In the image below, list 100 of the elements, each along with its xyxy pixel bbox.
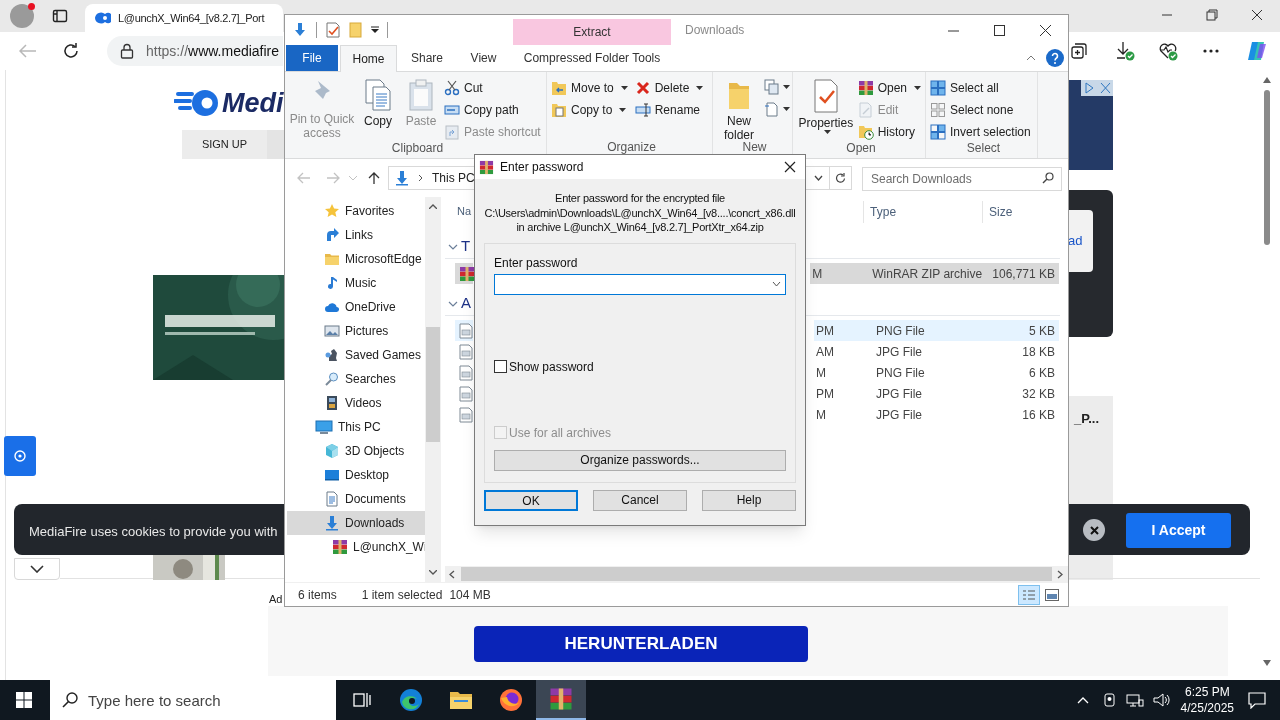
group-label: New <box>741 142 768 156</box>
breadcrumb[interactable]: This PC <box>432 169 475 187</box>
ribbon-button[interactable]: Properties <box>797 75 855 143</box>
context-tab-label: Extract <box>573 24 611 41</box>
ribbon-button[interactable]: Cut <box>444 77 545 99</box>
table-cell-text: JPG File <box>876 343 923 361</box>
ribbon-button[interactable]: Delete <box>634 77 708 99</box>
dialog-button[interactable]: Cancel <box>593 489 687 511</box>
tab-title: L@unchX_Win64_[v8.2.7]_Port <box>118 10 265 26</box>
message-line: Enter password for the encrypted file <box>555 191 725 206</box>
table-cell-text: 6 KB <box>1028 364 1056 382</box>
file-row[interactable]: AM JPG File 18 KB <box>814 341 1059 362</box>
accept-button[interactable]: I Accept <box>1126 513 1231 548</box>
nav-item[interactable]: Desktop <box>287 463 425 487</box>
clock-time: 6:25 PM <box>1184 684 1230 700</box>
status-text: 1 item selected <box>361 586 443 604</box>
table-cell-text: 18 KB <box>1021 343 1056 361</box>
ribbon-button[interactable]: Invert selection <box>930 121 1035 143</box>
table-cell-text: JPG File <box>876 406 923 424</box>
nav-item[interactable]: Links <box>287 223 425 247</box>
browser-tab[interactable]: L@unchX_Win64_[v8.2.7]_Port <box>85 4 283 32</box>
nav-item[interactable]: Documents <box>287 487 425 511</box>
group-label: Open <box>845 143 877 157</box>
table-cell-text: PM <box>816 322 835 340</box>
ribbon-tab[interactable]: Share <box>397 45 457 71</box>
url-text: https://www.mediafire <box>146 41 280 61</box>
download-button[interactable]: HERUNTERLADEN <box>474 626 808 662</box>
ribbon-button[interactable]: Rename <box>634 99 708 121</box>
ribbon-tab[interactable]: View <box>457 45 510 71</box>
group-label: Select <box>965 143 1002 157</box>
checkbox-label[interactable]: Show password <box>509 357 594 376</box>
table-cell-text: WinRAR ZIP archive <box>872 265 984 283</box>
status-text: 104 MB <box>449 586 491 604</box>
group-label: Clipboard <box>390 143 445 157</box>
column-header[interactable]: Na <box>457 203 472 220</box>
nav-item[interactable]: This PC <box>287 415 425 439</box>
table-cell-text: PNG File <box>876 322 926 340</box>
window-title: Downloads <box>685 22 745 39</box>
dialog-button[interactable]: Help <box>702 489 796 511</box>
nav-item[interactable]: Favorites <box>287 199 425 223</box>
table-cell-text: AM <box>816 343 835 361</box>
ribbon-tab[interactable]: File <box>286 45 338 71</box>
nav-item[interactable]: Videos <box>287 391 425 415</box>
dialog-button[interactable]: OK <box>484 489 578 511</box>
column-header[interactable]: Size <box>989 202 1013 221</box>
file-row[interactable]: PM JPG File 32 KB <box>814 383 1059 404</box>
nav-item[interactable]: Downloads <box>287 511 425 535</box>
ribbon-button[interactable]: Move to <box>551 77 632 99</box>
status-text: 6 items <box>298 586 337 604</box>
ribbon-button[interactable]: Open <box>857 77 925 99</box>
ribbon-button[interactable]: Copy path <box>444 99 545 121</box>
taskbar-search-field[interactable]: Type here to search <box>50 680 336 720</box>
ribbon-button[interactable]: Copy to <box>551 99 632 121</box>
nav-item[interactable]: Music <box>287 271 425 295</box>
organize-passwords-button[interactable]: Organize passwords... <box>494 449 786 471</box>
ad-label: Ad <box>269 592 283 607</box>
ribbon-tab[interactable]: Compressed Folder Tools <box>513 45 671 71</box>
nav-item[interactable]: Pictures <box>287 319 425 343</box>
table-cell-text: 16 KB <box>1021 406 1056 424</box>
message-line: in archive L@unchX_Win64_[v8.2.7]_PortXtr_x64.zip <box>516 220 764 235</box>
column-header[interactable]: Type <box>870 202 983 221</box>
table-cell-text: PM <box>816 385 835 403</box>
cookie-text: MediaFire uses cookies to provide you with <box>29 523 278 541</box>
table-cell-text: PNG File <box>876 364 926 382</box>
table-cell-text: M <box>812 265 824 283</box>
ribbon-button[interactable]: Select all <box>930 77 1035 99</box>
search-field[interactable]: Search Downloads <box>862 167 1062 191</box>
ribbon-tab[interactable]: Home <box>340 45 397 72</box>
ribbon-button[interactable]: History <box>857 121 925 143</box>
file-row[interactable]: M JPG File 16 KB <box>814 404 1059 425</box>
file-row[interactable]: M PNG File 6 KB <box>814 362 1059 383</box>
card-text: ad <box>1068 232 1083 251</box>
table-cell-text: JPG File <box>876 385 923 403</box>
panel-text: _P... <box>1074 411 1100 426</box>
message-line: C:\Users\admin\Downloads\L@unchX_Win64_[v8....\concrt_x86.dll <box>484 205 796 220</box>
dialog-title: Enter password <box>500 159 584 176</box>
logo-text: Medi <box>222 89 284 117</box>
group-label: Organize <box>606 142 657 156</box>
ribbon-button[interactable]: New folder <box>717 75 761 142</box>
table-cell-text: 32 KB <box>1021 385 1056 403</box>
file-row[interactable]: PM PNG File 5 KB <box>814 320 1059 341</box>
table-cell-text: 5 KB <box>1028 322 1056 340</box>
sign-up-button[interactable]: SIGN UP <box>182 130 267 159</box>
nav-item[interactable]: MicrosoftEdge <box>287 247 425 271</box>
ribbon-button[interactable]: Copy <box>358 75 398 143</box>
address-bar[interactable]: https://www.mediafire <box>107 36 283 66</box>
nav-item[interactable]: Saved Games <box>287 343 425 367</box>
file-row[interactable]: M WinRAR ZIP archive 106,771 KB <box>810 263 1059 284</box>
nav-item[interactable]: OneDrive <box>287 295 425 319</box>
clock-date: 4/25/2025 <box>1180 700 1234 716</box>
field-label: Enter password <box>494 254 579 272</box>
table-cell-text: M <box>816 406 827 424</box>
table-cell-text: 106,771 KB <box>992 265 1056 283</box>
group-header[interactable]: T <box>461 235 471 258</box>
nav-item[interactable]: L@unchX_Wi <box>287 535 425 559</box>
ribbon-button[interactable]: Select none <box>930 99 1035 121</box>
nav-item[interactable]: 3D Objects <box>287 439 425 463</box>
nav-item[interactable]: Searches <box>287 367 425 391</box>
table-cell-text: M <box>816 364 827 382</box>
group-header[interactable]: A <box>461 292 471 315</box>
